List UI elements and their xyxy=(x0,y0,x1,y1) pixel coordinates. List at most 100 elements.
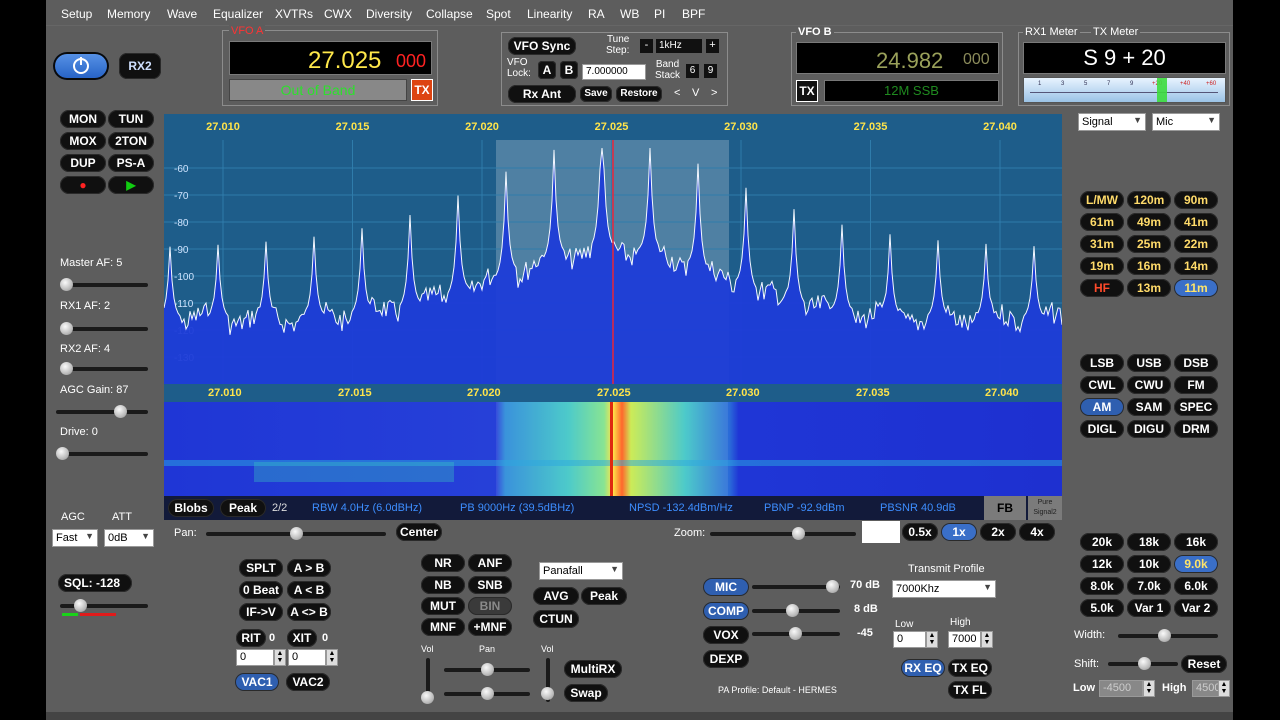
menu-xvtrs[interactable]: XVTRs xyxy=(275,7,313,21)
menu-spot[interactable]: Spot xyxy=(486,7,511,21)
vfo-b-tx-button[interactable]: TX xyxy=(796,80,818,102)
avg-button[interactable]: AVG xyxy=(533,587,579,605)
shift-reset-button[interactable]: Reset xyxy=(1181,655,1227,673)
vol-slider[interactable] xyxy=(421,658,434,704)
vox-slider[interactable] xyxy=(752,627,840,640)
menu-equalizer[interactable]: Equalizer xyxy=(213,7,263,21)
band-13m[interactable]: 13m xyxy=(1127,279,1171,297)
band-stack-next[interactable]: > xyxy=(711,87,717,99)
mode-cwu[interactable]: CWU xyxy=(1127,376,1171,394)
filter-20k[interactable]: 20k xyxy=(1080,533,1124,551)
band-14m[interactable]: 14m xyxy=(1174,257,1218,275)
rit-button[interactable]: RIT xyxy=(236,629,266,647)
tune-step-down[interactable]: - xyxy=(640,39,653,53)
plus-mnf-button[interactable]: +MNF xyxy=(468,618,512,636)
menu-cwx[interactable]: CWX xyxy=(324,7,352,21)
rx-meter-select[interactable]: Signal ▼ xyxy=(1078,113,1146,131)
bin-button[interactable]: BIN xyxy=(468,597,512,615)
tune-step-up[interactable]: + xyxy=(706,39,719,53)
agc-select[interactable]: Fast ▼ xyxy=(52,529,98,547)
band-22m[interactable]: 22m xyxy=(1174,235,1218,253)
dexp-button[interactable]: DEXP xyxy=(703,650,749,668)
restore-button[interactable]: Restore xyxy=(616,86,662,102)
width-slider[interactable] xyxy=(1118,629,1218,642)
mode-spec[interactable]: SPEC xyxy=(1174,398,1218,416)
2ton-button[interactable]: 2TON xyxy=(108,132,154,150)
rit-field[interactable]: 0 xyxy=(236,649,274,666)
nb-button[interactable]: NB xyxy=(421,576,465,594)
zoom-slider[interactable] xyxy=(710,527,856,540)
tx-fl-button[interactable]: TX FL xyxy=(948,681,992,699)
vfo-sync-button[interactable]: VFO Sync xyxy=(508,37,576,55)
rx-swap-button[interactable]: Swap xyxy=(564,684,608,702)
power-button[interactable] xyxy=(53,52,109,80)
vfo-lock-value[interactable]: 7.000000 xyxy=(582,64,646,80)
tx-meter-select[interactable]: Mic ▼ xyxy=(1152,113,1220,131)
tun-button[interactable]: TUN xyxy=(108,110,154,128)
comp-slider[interactable] xyxy=(752,604,840,617)
menu-ra[interactable]: RA xyxy=(588,7,605,21)
vfo-lock-b[interactable]: B xyxy=(560,61,578,79)
dup-button[interactable]: DUP xyxy=(60,154,106,172)
rx-ant-button[interactable]: Rx Ant xyxy=(508,85,576,103)
mode-digu[interactable]: DIGU xyxy=(1127,420,1171,438)
record-button[interactable]: ● xyxy=(60,176,106,194)
play-button[interactable]: ▶ xyxy=(108,176,154,194)
filter-low-spinner[interactable]: ▲ ▼ xyxy=(1143,680,1155,697)
vfo-a-display[interactable]: 27.025 000 xyxy=(229,41,432,75)
master-af-slider[interactable] xyxy=(60,278,148,291)
xit-button[interactable]: XIT xyxy=(287,629,317,647)
mode-lsb[interactable]: LSB xyxy=(1080,354,1124,372)
filter-8k[interactable]: 8.0k xyxy=(1080,577,1124,595)
band-120m[interactable]: 120m xyxy=(1127,191,1171,209)
band-90m[interactable]: 90m xyxy=(1174,191,1218,209)
mode-usb[interactable]: USB xyxy=(1127,354,1171,372)
vol2-slider[interactable] xyxy=(541,658,554,702)
anf-button[interactable]: ANF xyxy=(468,554,512,572)
mode-cwl[interactable]: CWL xyxy=(1080,376,1124,394)
menu-collapse[interactable]: Collapse xyxy=(426,7,473,21)
filter-7k[interactable]: 7.0k xyxy=(1127,577,1171,595)
rx-pan-slider[interactable] xyxy=(444,663,530,676)
filter-12k[interactable]: 12k xyxy=(1080,555,1124,573)
filter-var2[interactable]: Var 2 xyxy=(1174,599,1218,617)
filter-var1[interactable]: Var 1 xyxy=(1127,599,1171,617)
band-19m[interactable]: 19m xyxy=(1080,257,1124,275)
vox-button[interactable]: VOX xyxy=(703,626,749,644)
filter-6k[interactable]: 6.0k xyxy=(1174,577,1218,595)
filter-18k[interactable]: 18k xyxy=(1127,533,1171,551)
shift-slider[interactable] xyxy=(1108,657,1178,670)
swap-ab-button[interactable]: A <> B xyxy=(287,603,331,621)
multirx-button[interactable]: MultiRX xyxy=(564,660,622,678)
agc-gain-slider[interactable] xyxy=(56,405,148,418)
mode-dsb[interactable]: DSB xyxy=(1174,354,1218,372)
vac1-button[interactable]: VAC1 xyxy=(235,673,279,691)
rx2-button[interactable]: RX2 xyxy=(119,53,161,79)
ctun-button[interactable]: CTUN xyxy=(533,610,579,628)
menu-setup[interactable]: Setup xyxy=(61,7,92,21)
mic-slider[interactable] xyxy=(752,580,840,593)
pan-slider[interactable] xyxy=(206,527,386,540)
mode-digl[interactable]: DIGL xyxy=(1080,420,1124,438)
tx-high-spinner[interactable]: ▲ ▼ xyxy=(981,631,993,648)
band-lmw[interactable]: L/MW xyxy=(1080,191,1124,209)
b-to-a-button[interactable]: A < B xyxy=(287,581,331,599)
band-41m[interactable]: 41m xyxy=(1174,213,1218,231)
peak-info-button[interactable]: Peak xyxy=(220,499,266,517)
mode-drm[interactable]: DRM xyxy=(1174,420,1218,438)
mon-button[interactable]: MON xyxy=(60,110,106,128)
sql-slider[interactable] xyxy=(60,599,148,612)
menu-memory[interactable]: Memory xyxy=(107,7,150,21)
filter-5k[interactable]: 5.0k xyxy=(1080,599,1124,617)
rx2-pan-slider[interactable] xyxy=(444,687,530,700)
band-hf[interactable]: HF xyxy=(1080,279,1124,297)
rx-eq-button[interactable]: RX EQ xyxy=(901,659,945,677)
att-select[interactable]: 0dB ▼ xyxy=(104,529,154,547)
xit-field[interactable]: 0 xyxy=(288,649,326,666)
band-49m[interactable]: 49m xyxy=(1127,213,1171,231)
tx-high-field[interactable]: 7000 xyxy=(948,631,981,648)
menu-diversity[interactable]: Diversity xyxy=(366,7,412,21)
zoom-4x[interactable]: 4x xyxy=(1019,523,1055,541)
zoom-1x[interactable]: 1x xyxy=(941,523,977,541)
rx2-af-slider[interactable] xyxy=(60,362,148,375)
